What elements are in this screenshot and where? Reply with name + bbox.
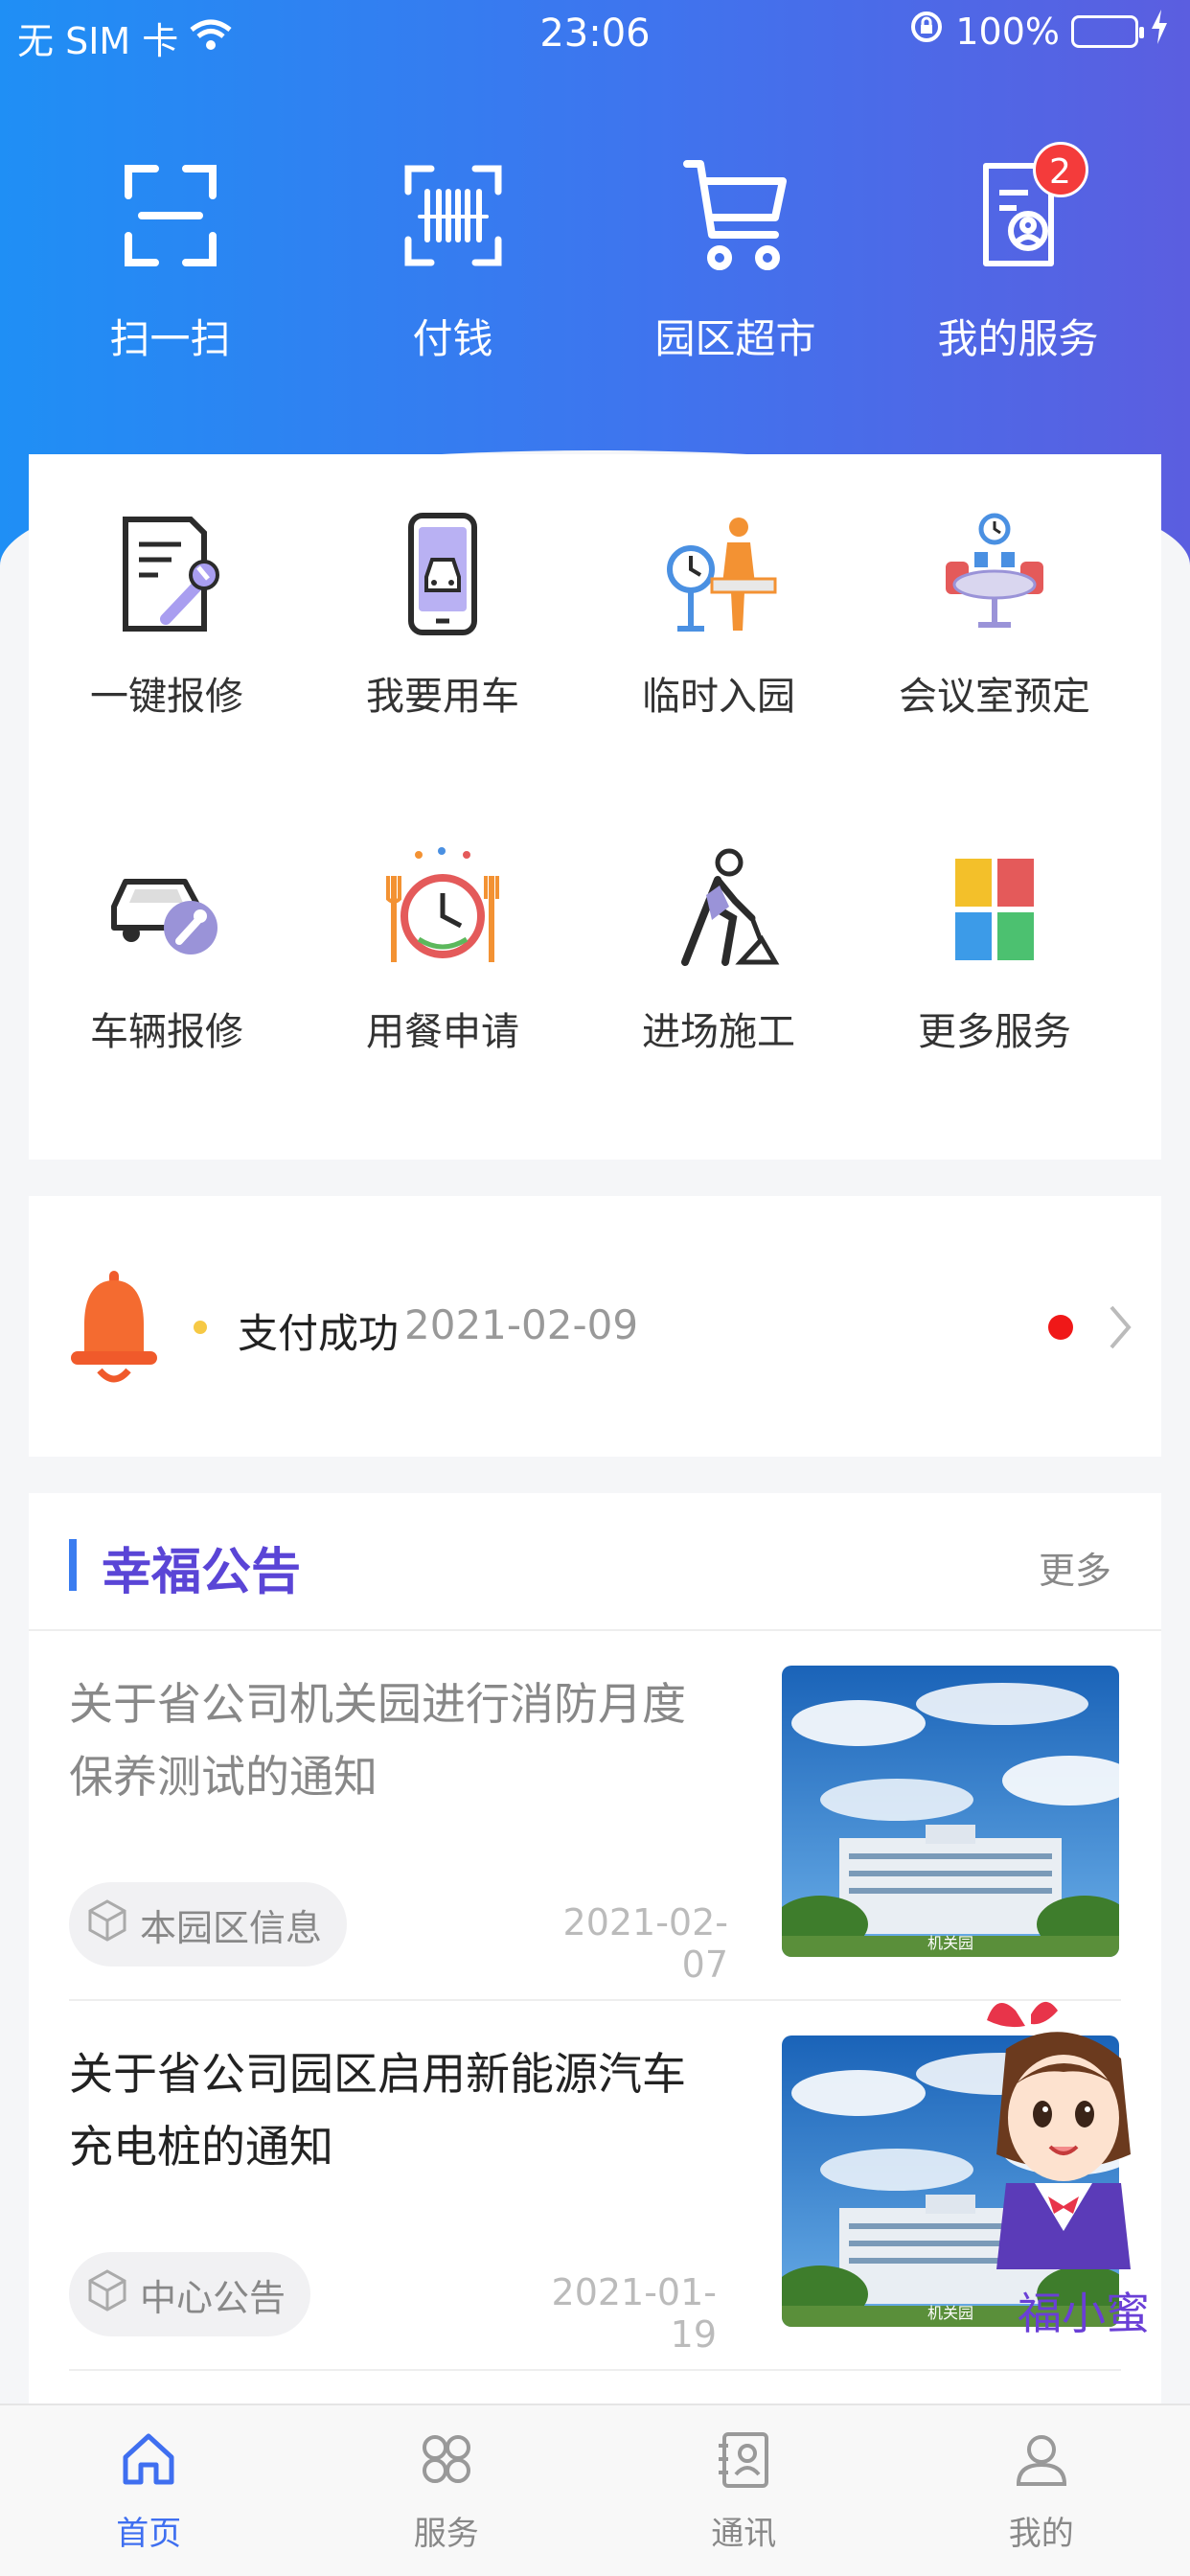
tab-bar: 首页 服务 通讯 我的: [0, 2404, 1190, 2576]
service-repair-label: 一键报修: [90, 675, 243, 719]
announcement-tag-label: 中心公告: [140, 2276, 286, 2319]
scan-icon: [118, 153, 223, 278]
service-car-label: 我要用车: [366, 675, 519, 719]
repair-doc-icon: [104, 512, 229, 636]
services-card: 一键报修 我要用车 临时入园 会议室预定 车辆报修 用餐申请 进场施工 更多服务: [29, 454, 1161, 1160]
notice-text: 支付成功: [238, 1310, 400, 1357]
status-bar: 无 SIM 卡 23:06 100%: [0, 0, 1190, 69]
service-badge: 2: [1032, 142, 1088, 197]
battery-icon: [1071, 14, 1144, 48]
quick-actions: 扫一扫 付钱 园区超市 2 我的服务: [0, 142, 1190, 365]
service-more[interactable]: 更多服务: [857, 847, 1133, 1183]
service-visitor[interactable]: 临时入园: [581, 512, 857, 847]
contacts-icon: [713, 2432, 774, 2494]
unread-dot: [1048, 1315, 1073, 1340]
service-meeting[interactable]: 会议室预定: [857, 512, 1133, 847]
service-car[interactable]: 我要用车: [305, 512, 581, 847]
announcements-header: 幸福公告 更多: [29, 1493, 1161, 1631]
tab-home-label: 首页: [116, 2515, 182, 2553]
tab-profile-label: 我的: [1008, 2515, 1074, 2553]
quick-my-service[interactable]: 2 我的服务: [877, 142, 1159, 365]
service-car-repair[interactable]: 车辆报修: [29, 847, 305, 1183]
tab-profile[interactable]: 我的: [893, 2405, 1190, 2576]
building-photo: 机关园: [782, 1666, 1119, 1957]
announcement-title: 关于省公司机关园进行消防月度保养测试的通知: [69, 1678, 686, 1803]
home-icon: [118, 2433, 179, 2494]
notice-date: 2021-02-09: [404, 1301, 639, 1348]
services-grid: 一键报修 我要用车 临时入园 会议室预定 车辆报修 用餐申请 进场施工 更多服务: [29, 454, 1161, 1183]
service-car-repair-label: 车辆报修: [90, 1010, 243, 1054]
construction-worker-icon: [656, 847, 781, 972]
quick-pay[interactable]: 付钱: [311, 153, 594, 365]
home-screen: 无 SIM 卡 23:06 100% 扫一扫 付钱 园区超市 2 我的服务 一键…: [0, 0, 1190, 2576]
announcement-date: 2021-01-19: [551, 2271, 717, 2356]
service-construction[interactable]: 进场施工: [581, 847, 857, 1183]
quick-market[interactable]: 园区超市: [594, 153, 877, 365]
service-dining[interactable]: 用餐申请: [305, 847, 581, 1183]
title-accent-bar: [69, 1539, 77, 1591]
quick-scan[interactable]: 扫一扫: [29, 153, 311, 365]
dining-clock-icon: [380, 847, 505, 972]
mascot-avatar[interactable]: [977, 1991, 1150, 2279]
announcement-tag: 本园区信息: [69, 1882, 348, 1966]
bell-icon: [71, 1271, 157, 1390]
cube-icon: [88, 1898, 126, 1950]
notice-bullet: [194, 1321, 207, 1334]
tab-contacts-label: 通讯: [711, 2515, 777, 2553]
announcement-tag-label: 本园区信息: [140, 1906, 323, 1949]
announcement-item[interactable]: 关于省公司机关园进行消防月度保养测试的通知 本园区信息 2021-02-07 机…: [29, 1631, 1161, 2001]
quick-pay-label: 付钱: [412, 315, 493, 362]
cube-icon: [88, 2268, 126, 2320]
quick-scan-label: 扫一扫: [109, 315, 231, 362]
battery-percent: 100%: [955, 10, 1060, 53]
service-dining-label: 用餐申请: [366, 1010, 519, 1054]
tab-services-label: 服务: [413, 2515, 479, 2553]
quick-market-label: 园区超市: [654, 315, 816, 362]
more-link[interactable]: 更多: [1039, 1541, 1111, 1594]
service-construction-label: 进场施工: [642, 1010, 795, 1054]
tab-services[interactable]: 服务: [298, 2405, 596, 2576]
my-service-icon: 2: [966, 142, 1088, 278]
service-more-label: 更多服务: [918, 1010, 1071, 1054]
services-icon: [416, 2435, 477, 2494]
announcements-title: 幸福公告: [102, 1544, 302, 1601]
status-right: 100%: [909, 10, 1169, 53]
profile-icon: [1011, 2435, 1072, 2494]
car-repair-icon: [104, 847, 229, 972]
service-visitor-label: 临时入园: [642, 675, 795, 719]
cart-icon: [682, 153, 789, 278]
announcement-title: 关于省公司园区启用新能源汽车充电桩的通知: [69, 2048, 686, 2173]
more-grid-icon: [932, 847, 1057, 972]
notice-bar[interactable]: 支付成功 2021-02-09: [29, 1196, 1161, 1457]
mascot-name: 福小蜜: [1018, 2288, 1150, 2339]
rotation-lock-icon: [909, 10, 944, 53]
service-repair[interactable]: 一键报修: [29, 512, 305, 847]
chevron-right-icon: [1108, 1303, 1133, 1355]
tab-home[interactable]: 首页: [0, 2405, 298, 2576]
service-meeting-label: 会议室预定: [899, 675, 1090, 719]
divider: [69, 2369, 1121, 2371]
car-phone-icon: [380, 512, 505, 636]
announcement-date: 2021-02-07: [562, 1901, 728, 1986]
announcement-tag: 中心公告: [69, 2252, 311, 2336]
quick-my-service-label: 我的服务: [937, 315, 1099, 362]
photo-caption: 机关园: [927, 1934, 973, 1952]
visitor-entry-icon: [656, 512, 781, 636]
barcode-icon: [400, 153, 506, 278]
meeting-room-icon: [932, 512, 1057, 636]
charging-icon: [1150, 10, 1169, 53]
tab-contacts[interactable]: 通讯: [595, 2405, 893, 2576]
